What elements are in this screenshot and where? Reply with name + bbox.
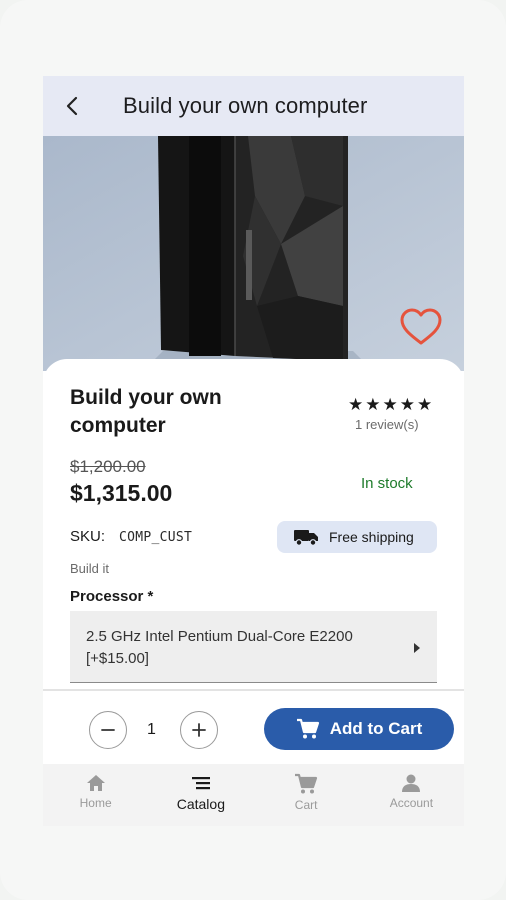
home-icon	[86, 775, 105, 791]
add-to-cart-bar: 1 Add to Cart	[43, 689, 464, 764]
nav-account-label: Account	[389, 796, 434, 810]
quantity-increase-button[interactable]	[180, 711, 218, 749]
truck-icon	[294, 530, 318, 546]
bottom-navigation: Home Catalog Cart Account	[43, 764, 464, 826]
nav-cart[interactable]: Cart	[254, 764, 359, 826]
stock-status: In stock	[361, 475, 413, 492]
page-title: Build your own computer	[123, 93, 368, 118]
nav-home-label: Home	[79, 796, 112, 810]
add-to-cart-button[interactable]: Add to Cart	[264, 708, 454, 750]
device-frame: Build your own computer Build your own c…	[0, 0, 506, 900]
rating-stars: ★★★★★	[348, 395, 435, 414]
processor-selected-value: 2.5 GHz Intel Pentium Dual-Core E2200 [+…	[86, 628, 353, 667]
plus-icon	[192, 723, 206, 737]
catalog-icon	[191, 777, 210, 790]
short-description: Build it	[70, 561, 110, 576]
sku-value: COMP_CUST	[119, 530, 193, 545]
add-to-cart-label: Add to Cart	[329, 719, 423, 738]
price: $1,315.00	[70, 480, 173, 506]
reviews-link[interactable]: 1 review(s)	[355, 417, 419, 432]
favorite-button[interactable]	[399, 308, 443, 348]
caret-right-icon	[414, 643, 420, 653]
nav-catalog-label: Catalog	[176, 796, 225, 812]
sku-label: SKU:	[70, 528, 106, 545]
free-shipping-label: Free shipping	[329, 529, 414, 545]
cart-icon	[296, 718, 319, 739]
nav-home[interactable]: Home	[43, 764, 148, 826]
app-bar: Build your own computer	[43, 76, 464, 136]
product-name: Build your own computer	[70, 386, 222, 437]
product-details-sheet: Build your own computer ★★★★★ 1 review(s…	[43, 359, 464, 689]
back-button[interactable]	[43, 76, 103, 136]
arrow-back-icon	[66, 96, 78, 116]
quantity-decrease-button[interactable]	[89, 711, 127, 749]
free-shipping-badge: Free shipping	[277, 521, 437, 553]
minus-icon	[101, 729, 115, 731]
old-price: $1,200.00	[70, 457, 146, 476]
nav-catalog[interactable]: Catalog	[148, 764, 253, 826]
heart-outline-icon	[400, 308, 442, 345]
quantity-value: 1	[147, 721, 156, 738]
nav-account[interactable]: Account	[359, 764, 464, 826]
cart-icon	[295, 773, 318, 794]
nav-cart-label: Cart	[294, 798, 318, 812]
processor-select[interactable]: 2.5 GHz Intel Pentium Dual-Core E2200 [+…	[70, 611, 437, 683]
account-icon	[402, 774, 421, 792]
processor-label: Processor *	[70, 588, 154, 605]
app-screen: Build your own computer Build your own c…	[43, 76, 464, 826]
